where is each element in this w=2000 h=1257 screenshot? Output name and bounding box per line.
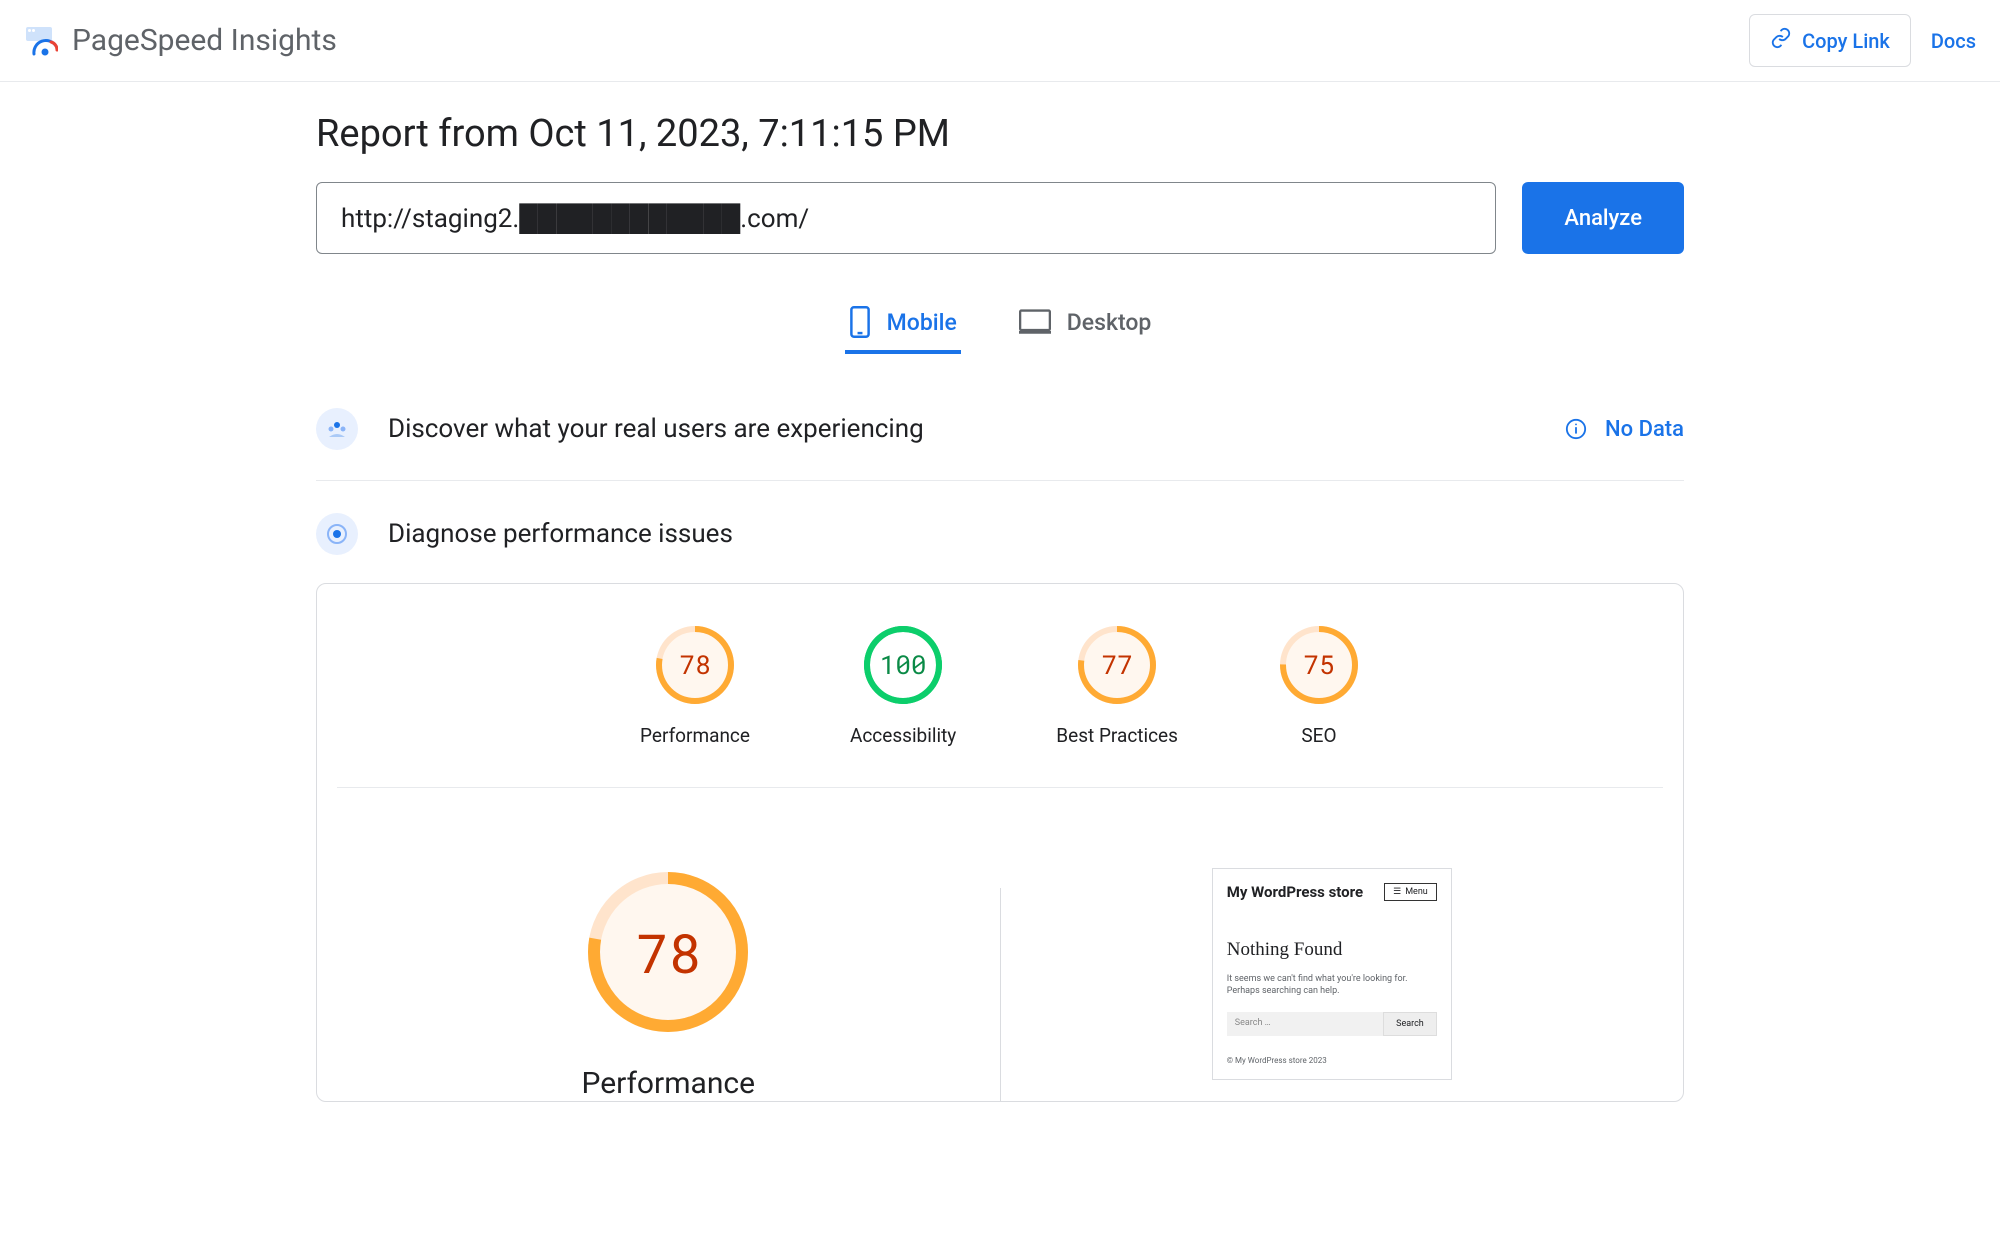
- gauge-performance[interactable]: 78 Performance: [640, 624, 750, 747]
- accessibility-label: Accessibility: [850, 724, 956, 747]
- accessibility-gauge-icon: 100: [862, 624, 944, 706]
- copy-link-button[interactable]: Copy Link: [1749, 14, 1911, 67]
- header-right: Copy Link Docs: [1749, 14, 1976, 67]
- analyze-button[interactable]: Analyze: [1522, 182, 1684, 254]
- preview-search-button: Search: [1383, 1012, 1437, 1036]
- tab-mobile-label: Mobile: [887, 309, 957, 336]
- big-performance-label: Performance: [581, 1066, 755, 1101]
- preview-body-text: It seems we can't find what you're looki…: [1227, 973, 1437, 998]
- diagnose-section: Diagnose performance issues: [316, 499, 1684, 569]
- diagnose-section-left: Diagnose performance issues: [316, 513, 733, 555]
- preview-footer: © My WordPress store 2023: [1227, 1056, 1437, 1065]
- category-gauges: 78 Performance 100 Accessibility: [337, 624, 1663, 788]
- url-row: Analyze: [316, 182, 1684, 254]
- preview-heading: Nothing Found: [1227, 939, 1437, 961]
- gauge-accessibility[interactable]: 100 Accessibility: [850, 624, 956, 747]
- bestpractices-label: Best Practices: [1056, 724, 1178, 747]
- target-icon: [316, 513, 358, 555]
- no-data-label: No Data: [1605, 417, 1684, 442]
- info-icon: [1565, 418, 1587, 440]
- seo-score: 75: [1278, 624, 1360, 706]
- page-screenshot-preview: My WordPress store ☰ Menu Nothing Found …: [1212, 868, 1452, 1080]
- copy-link-label: Copy Link: [1802, 29, 1890, 53]
- performance-score: 78: [654, 624, 736, 706]
- diagnose-title: Diagnose performance issues: [388, 519, 733, 549]
- hamburger-icon: ☰: [1393, 887, 1401, 897]
- url-input[interactable]: [316, 182, 1496, 254]
- crux-section-left: Discover what your real users are experi…: [316, 408, 924, 450]
- docs-link[interactable]: Docs: [1931, 29, 1976, 53]
- device-tabs: Mobile Desktop: [316, 294, 1684, 354]
- users-icon: [316, 408, 358, 450]
- preview-menu-button: ☰ Menu: [1384, 883, 1437, 901]
- app-header: PageSpeed Insights Copy Link Docs: [0, 0, 2000, 82]
- gauge-seo[interactable]: 75 SEO: [1278, 624, 1360, 747]
- header-left: PageSpeed Insights: [24, 23, 337, 58]
- mobile-icon: [849, 306, 871, 338]
- performance-gauge-icon: 78: [654, 624, 736, 706]
- crux-title: Discover what your real users are experi…: [388, 414, 924, 444]
- performance-detail-right: My WordPress store ☰ Menu Nothing Found …: [1001, 868, 1664, 1101]
- report-title: Report from Oct 11, 2023, 7:11:15 PM: [316, 112, 1684, 156]
- seo-gauge-icon: 75: [1278, 624, 1360, 706]
- results-card: 78 Performance 100 Accessibility: [316, 583, 1684, 1102]
- preview-search-input: Search …: [1227, 1012, 1383, 1036]
- link-icon: [1770, 27, 1792, 54]
- psi-logo-icon: [24, 24, 58, 58]
- bestpractices-gauge-icon: 77: [1076, 624, 1158, 706]
- preview-search-row: Search … Search: [1227, 1012, 1437, 1036]
- preview-header: My WordPress store ☰ Menu: [1227, 883, 1437, 903]
- no-data-link[interactable]: No Data: [1565, 417, 1684, 442]
- big-performance-gauge-icon: 78: [584, 868, 752, 1036]
- performance-detail-left: 78 Performance: [337, 868, 1000, 1101]
- main-content: Report from Oct 11, 2023, 7:11:15 PM Ana…: [160, 112, 1840, 1102]
- performance-label: Performance: [640, 724, 750, 747]
- big-performance-score: 78: [584, 868, 752, 1036]
- crux-section: Discover what your real users are experi…: [316, 394, 1684, 481]
- tab-desktop-label: Desktop: [1067, 309, 1152, 336]
- tab-desktop[interactable]: Desktop: [1015, 294, 1156, 354]
- seo-label: SEO: [1301, 724, 1336, 747]
- bestpractices-score: 77: [1076, 624, 1158, 706]
- gauge-best-practices[interactable]: 77 Best Practices: [1056, 624, 1178, 747]
- desktop-icon: [1019, 309, 1051, 335]
- preview-menu-label: Menu: [1405, 887, 1428, 897]
- tab-mobile[interactable]: Mobile: [845, 294, 961, 354]
- performance-detail: 78 Performance My WordPress store ☰ Menu…: [317, 788, 1683, 1101]
- app-title: PageSpeed Insights: [72, 23, 337, 58]
- accessibility-score: 100: [862, 624, 944, 706]
- preview-site-title: My WordPress store: [1227, 883, 1363, 903]
